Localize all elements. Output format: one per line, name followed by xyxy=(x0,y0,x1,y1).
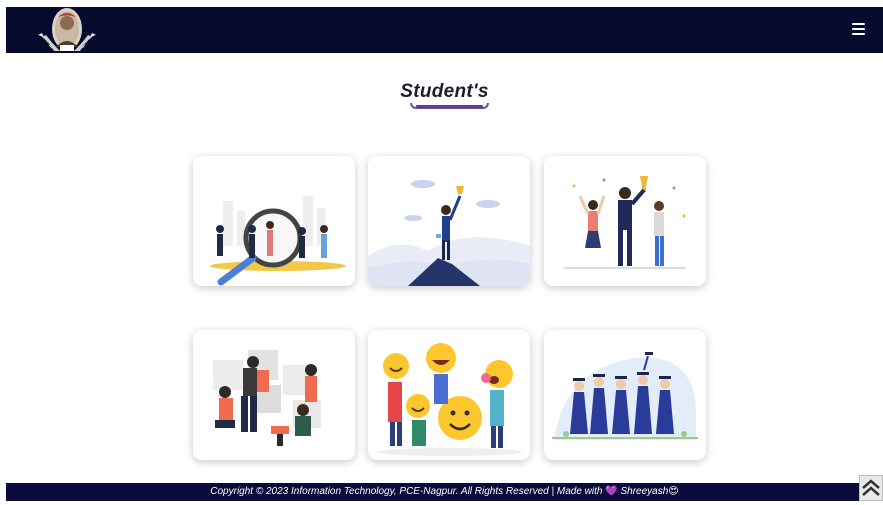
college-emblem-icon[interactable] xyxy=(36,7,98,53)
mountain-top-achievement-illustration xyxy=(368,156,530,286)
student-card-emoji[interactable] xyxy=(368,330,530,460)
student-card-graduation[interactable] xyxy=(544,330,706,460)
heart-icon: 💜 xyxy=(605,486,618,497)
footer-author: Shreeyash xyxy=(620,486,669,497)
team-celebration-illustration xyxy=(544,156,706,286)
page-title: Student's xyxy=(400,81,489,102)
double-chevron-up-icon[interactable] xyxy=(859,475,883,501)
hamburger-menu-icon[interactable] xyxy=(852,23,865,35)
graduation-group-illustration xyxy=(544,330,706,460)
emoji-faces-illustration xyxy=(368,330,530,460)
student-card-recruitment[interactable] xyxy=(193,156,355,286)
navbar xyxy=(6,7,883,53)
recruitment-magnifier-illustration xyxy=(193,156,355,286)
footer: Copyright © 2023 Information Technology,… xyxy=(6,483,883,501)
student-card-celebration[interactable] xyxy=(544,156,706,286)
footer-copyright-text: Copyright © 2023 Information Technology,… xyxy=(210,486,603,497)
heart-eyes-emoji-icon: 😍 xyxy=(668,486,679,497)
title-underline xyxy=(410,103,489,109)
student-card-teamwork[interactable] xyxy=(193,330,355,460)
student-card-achievement[interactable] xyxy=(368,156,530,286)
page: Student's Copyright © 2023 Information T… xyxy=(6,7,883,501)
footer-copyright: Copyright © 2023 Information Technology,… xyxy=(6,486,883,497)
teamwork-puzzle-illustration xyxy=(193,330,355,460)
